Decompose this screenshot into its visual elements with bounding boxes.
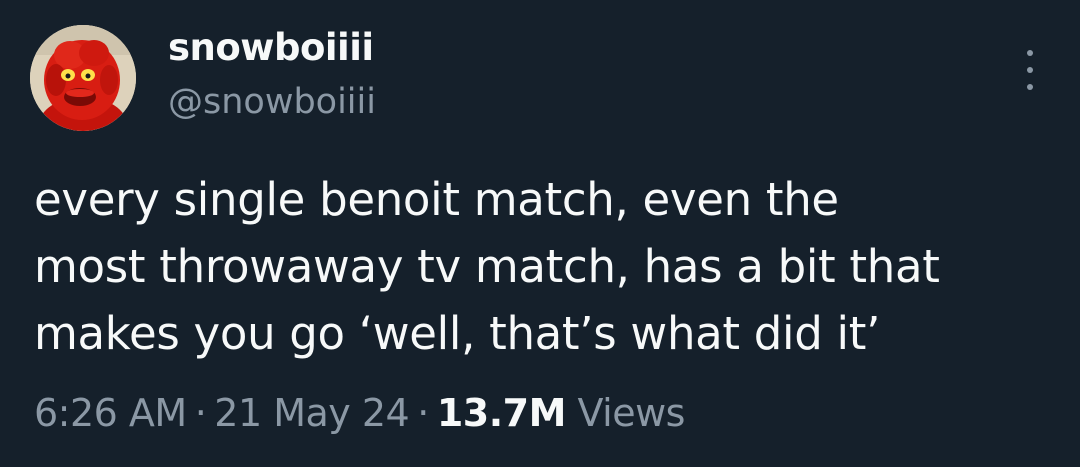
views-count[interactable]: 13.7M	[437, 391, 567, 435]
views-label: Views	[577, 391, 686, 435]
tweet-text-line: every single benoit match, even the	[34, 173, 839, 226]
tweet-text: every single benoit match, even the most…	[34, 166, 1054, 367]
red-muppet-avatar-icon	[30, 25, 136, 131]
tweet-meta: 6:26 AM · 21 May 24 · 13.7M Views	[34, 388, 685, 438]
meta-separator: ·	[417, 391, 429, 435]
meta-separator: ·	[194, 391, 207, 435]
author-handle[interactable]: @snowboiiii	[168, 80, 376, 124]
tweet-text-line: makes you go ‘well, that’s what did it’	[34, 307, 881, 360]
tweet-time[interactable]: 6:26 AM	[34, 391, 187, 435]
author-avatar[interactable]	[30, 25, 136, 131]
more-dot	[1027, 50, 1033, 56]
more-vertical-icon[interactable]	[1018, 50, 1042, 90]
tweet-text-line: most throwaway tv match, has a bit that	[34, 240, 940, 293]
tweet-card: snowboiiii @snowboiiii every single beno…	[0, 0, 1080, 467]
tweet-date[interactable]: 21 May 24	[214, 391, 409, 435]
author-display-name[interactable]: snowboiiii	[168, 26, 374, 70]
more-dot	[1027, 67, 1033, 73]
more-dot	[1027, 84, 1033, 90]
